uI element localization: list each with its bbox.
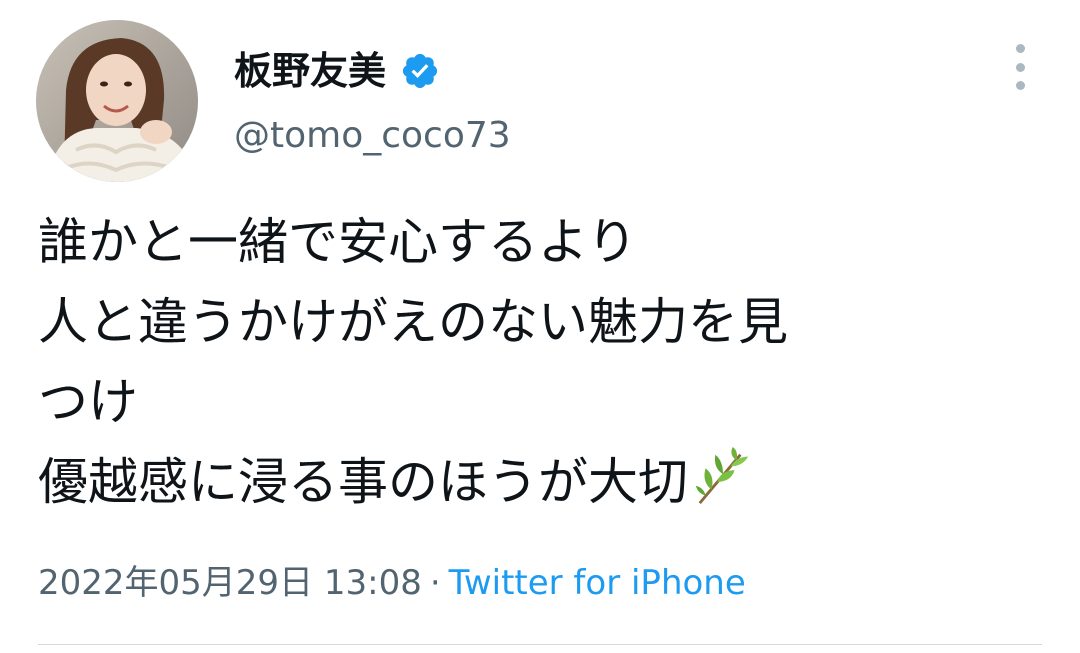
tweet-meta: 2022年05月29日 13:08 · Twitter for iPhone: [38, 558, 746, 608]
tweet-text: 誰かと一緒で安心するより 人と違うかけがえのない魅力を見 つけ 優越感に浸る事の…: [38, 202, 1048, 522]
meta-separator: ·: [429, 563, 441, 603]
herb-leaf-icon: [695, 446, 749, 505]
author-display-name[interactable]: 板野友美: [234, 46, 386, 96]
tweet-source-link[interactable]: Twitter for iPhone: [449, 563, 746, 603]
tweet-text-line: つけ: [38, 373, 138, 431]
author-name-row: 板野友美: [234, 46, 440, 96]
tweet-text-line: 優越感に浸る事のほうが大切: [38, 453, 688, 511]
profile-photo-icon: [36, 20, 198, 182]
tweet-timestamp[interactable]: 2022年05月29日 13:08: [38, 563, 422, 603]
tweet-text-line: 誰かと一緒で安心するより: [38, 213, 637, 271]
more-vertical-icon[interactable]: [1002, 44, 1038, 90]
tweet-card: 板野友美 @tomo_coco73 誰かと一緒で安心するより 人と違うかけがえの…: [0, 0, 1080, 653]
author-handle[interactable]: @tomo_coco73: [234, 112, 511, 160]
avatar[interactable]: [36, 20, 198, 182]
more-dot: [1015, 44, 1025, 53]
divider: [38, 644, 1042, 645]
tweet-text-line: 人と違うかけがえのない魅力を見: [38, 293, 788, 351]
more-dot: [1015, 62, 1025, 72]
tweet-text-line-last: 優越感に浸る事のほうが大切: [38, 442, 1048, 522]
verified-badge-icon: [402, 53, 438, 89]
more-dot: [1015, 81, 1025, 90]
